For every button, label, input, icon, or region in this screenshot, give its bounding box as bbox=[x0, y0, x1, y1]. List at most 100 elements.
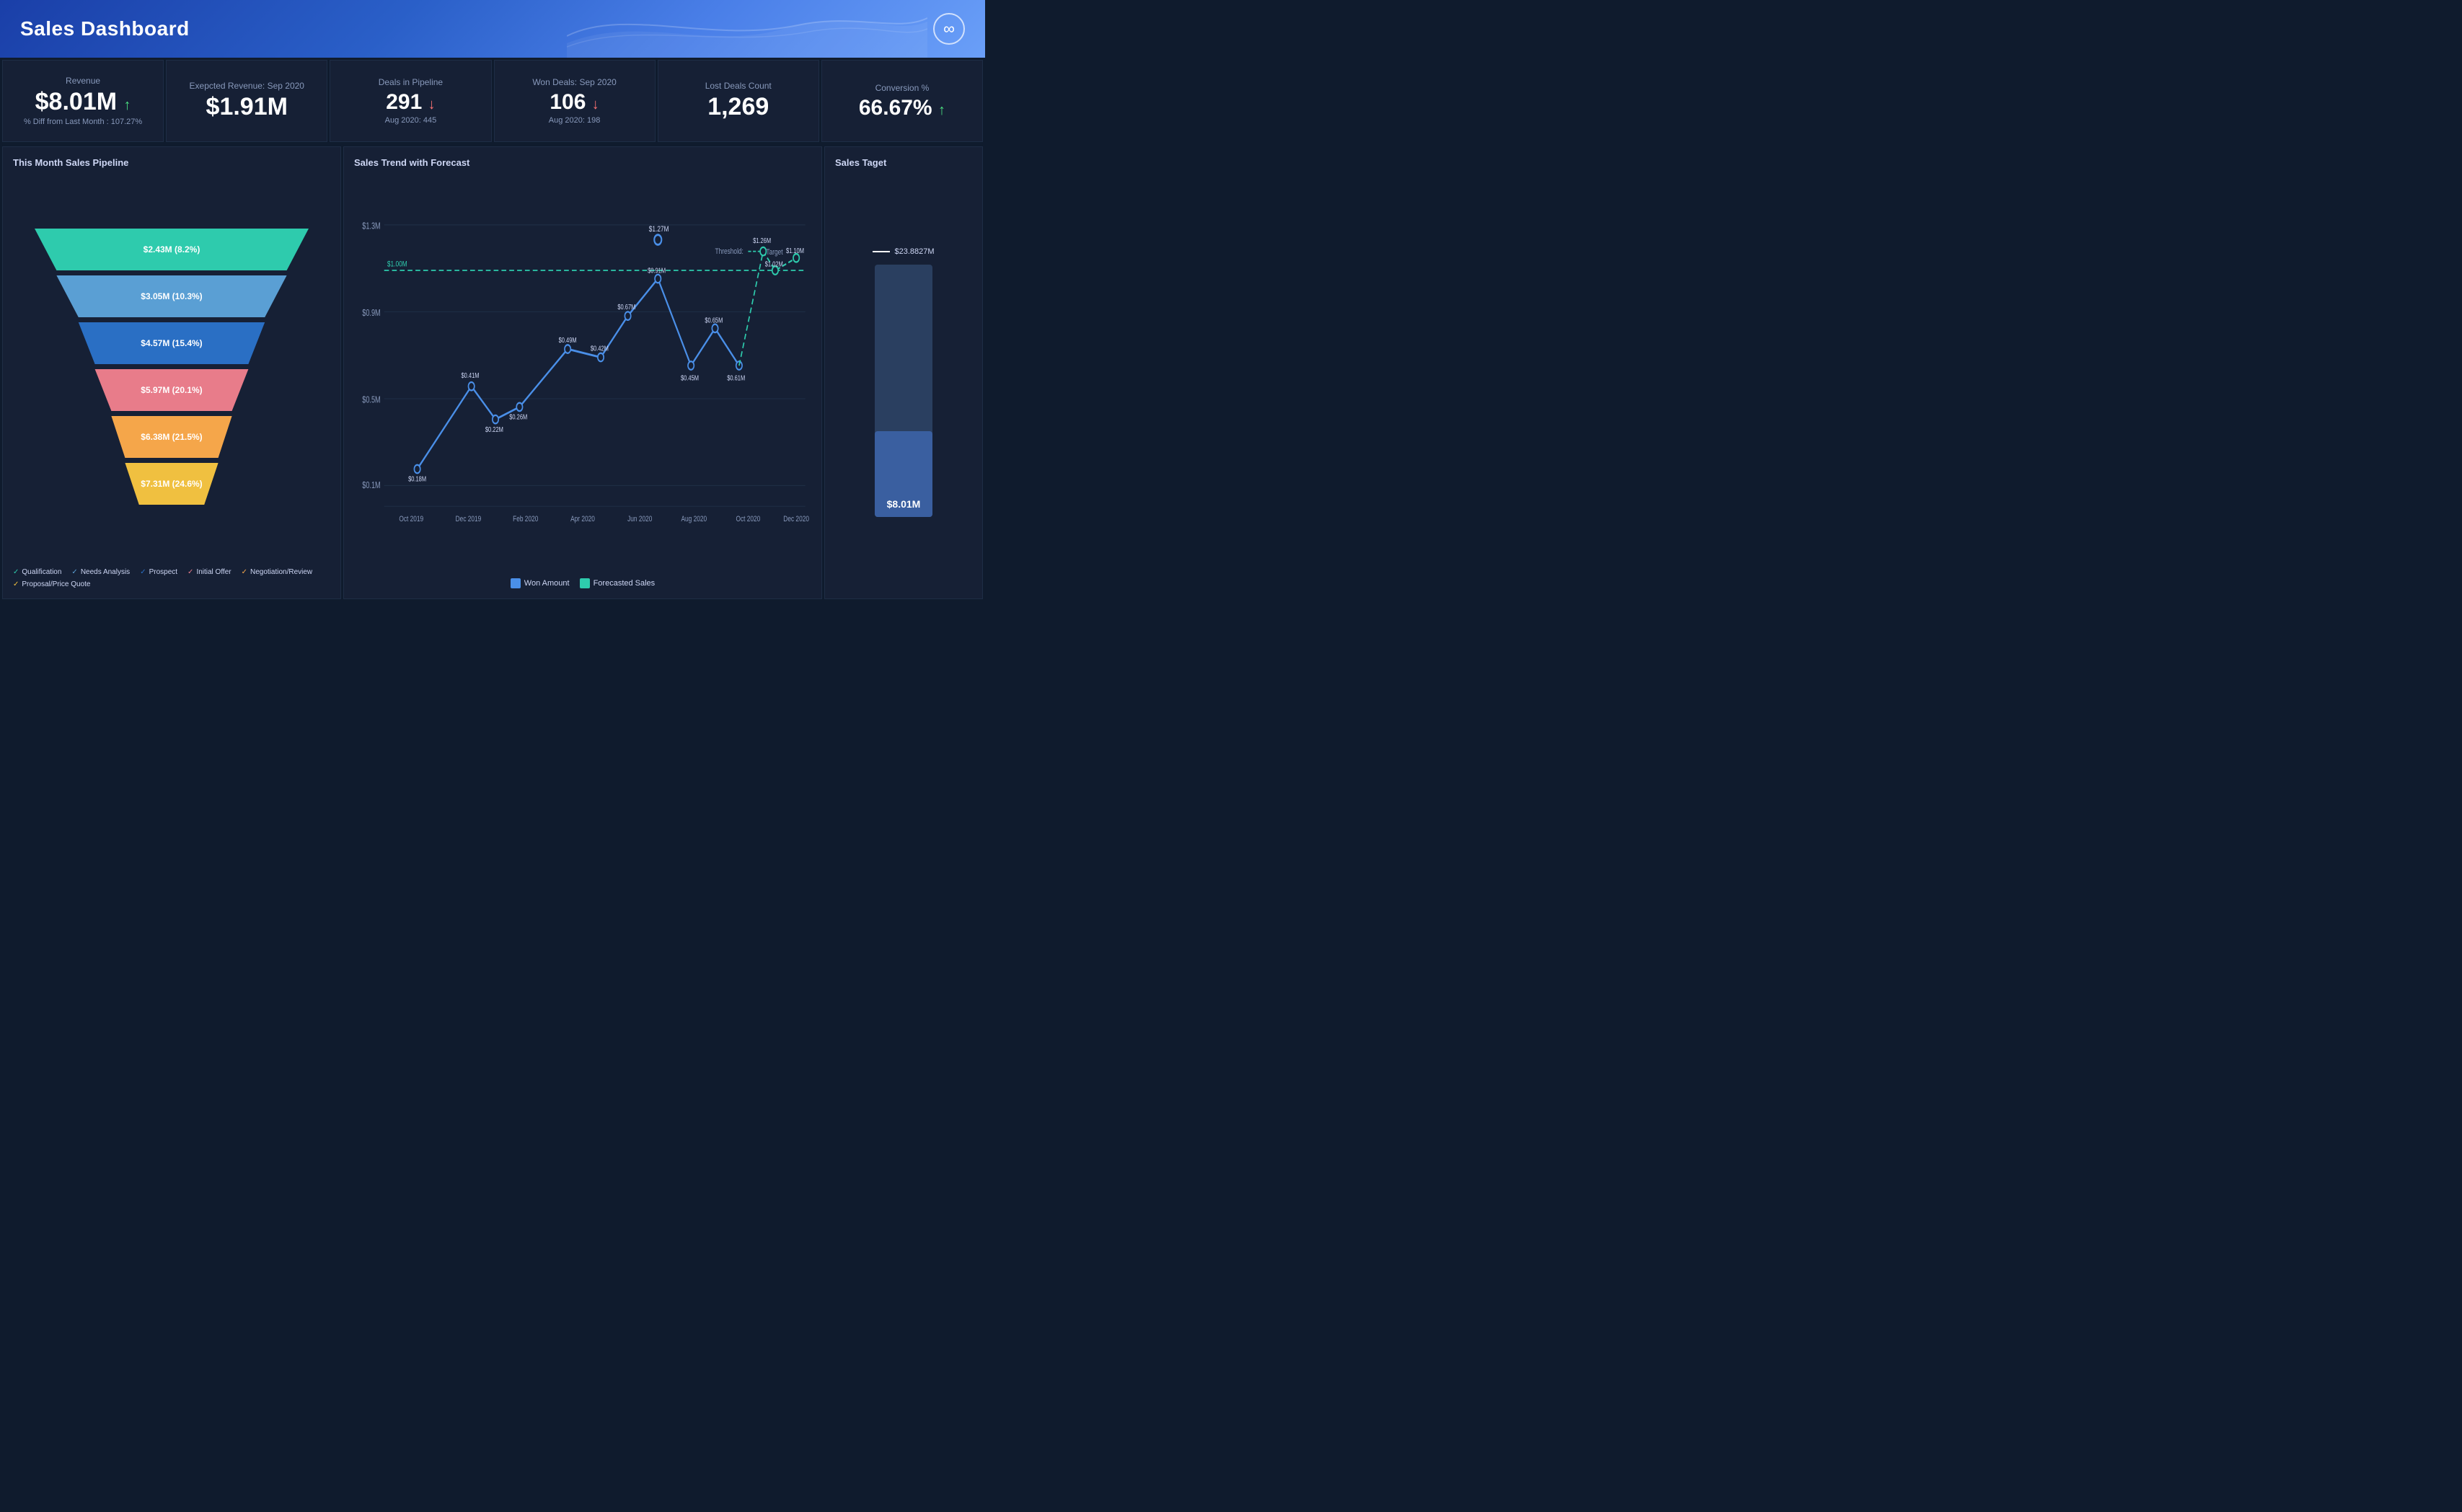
svg-text:Oct 2019: Oct 2019 bbox=[399, 515, 423, 524]
legend-label-2: Prospect bbox=[149, 568, 177, 576]
current-value-label: $8.01M bbox=[875, 498, 932, 510]
svg-text:Dec 2019: Dec 2019 bbox=[456, 515, 482, 524]
kpi-lost-value: 1,269 bbox=[670, 94, 807, 120]
legend-forecast-label: Forecasted Sales bbox=[594, 579, 656, 588]
forecast-legend-color bbox=[580, 578, 590, 588]
svg-text:$4.57M (15.4%): $4.57M (15.4%) bbox=[141, 338, 202, 348]
funnel-layer-svg-1: $3.05M (10.3%) bbox=[35, 275, 309, 317]
header: Sales Dashboard ∞ bbox=[0, 0, 985, 58]
funnel-layer-3: $5.97M (20.1%) bbox=[35, 369, 309, 415]
funnel-legend-item-1: ✓ Needs Analysis bbox=[71, 568, 130, 576]
svg-text:$0.18M: $0.18M bbox=[408, 475, 426, 483]
won-amount-legend-color bbox=[511, 578, 521, 588]
funnel-title: This Month Sales Pipeline bbox=[13, 157, 330, 168]
kpi-conversion-label: Conversion % bbox=[834, 83, 971, 93]
check-icon-4: ✓ bbox=[242, 568, 247, 576]
kpi-lost-label: Lost Deals Count bbox=[670, 81, 807, 91]
target-title: Sales Taget bbox=[835, 157, 972, 168]
kpi-deals-sub: Aug 2020: 445 bbox=[342, 116, 479, 125]
kpi-won-deals: Won Deals: Sep 2020 106 ↓ Aug 2020: 198 bbox=[494, 60, 656, 142]
check-icon-1: ✓ bbox=[71, 568, 77, 576]
check-icon-0: ✓ bbox=[13, 568, 19, 576]
svg-text:Threshold:: Threshold: bbox=[715, 247, 744, 257]
target-value-label: $23.8827M bbox=[894, 247, 934, 256]
svg-text:$1.02M: $1.02M bbox=[765, 260, 783, 268]
svg-text:$0.41M: $0.41M bbox=[461, 371, 479, 379]
kpi-revenue: Revenue $8.01M ↑ % Diff from Last Month … bbox=[2, 60, 164, 142]
kpi-expected-label: Exepcted Revenue: Sep 2020 bbox=[178, 81, 315, 91]
header-wave bbox=[567, 0, 927, 58]
target-info: $23.8827M bbox=[873, 247, 934, 256]
svg-text:$0.67M: $0.67M bbox=[617, 303, 635, 311]
kpi-expected-value: $1.91M bbox=[178, 94, 315, 120]
svg-text:$1.26M: $1.26M bbox=[753, 236, 771, 244]
legend-label-0: Qualification bbox=[22, 568, 61, 576]
svg-text:Jun 2020: Jun 2020 bbox=[627, 515, 653, 524]
arrow-down-icon-2: ↓ bbox=[592, 97, 599, 112]
svg-text:$0.1M: $0.1M bbox=[362, 481, 380, 491]
svg-text:$0.22M: $0.22M bbox=[485, 425, 503, 433]
svg-text:$0.61M: $0.61M bbox=[727, 374, 745, 382]
svg-text:Dec 2020: Dec 2020 bbox=[783, 515, 809, 524]
kpi-revenue-value: $8.01M ↑ bbox=[14, 89, 151, 115]
funnel-legend-item-4: ✓ Negotiation/Review bbox=[242, 568, 313, 576]
legend-label-1: Needs Analysis bbox=[81, 568, 130, 576]
target-panel: Sales Taget $23.8827M $8.01M bbox=[824, 146, 983, 599]
legend-won: Won Amount bbox=[511, 578, 570, 588]
target-bar-wrapper: $8.01M bbox=[875, 265, 932, 517]
legend-label-4: Negotiation/Review bbox=[250, 568, 312, 576]
logo-icon: ∞ bbox=[943, 19, 955, 38]
kpi-deals-value: 291 ↓ bbox=[342, 90, 479, 114]
funnel-legend-item-2: ✓ Prospect bbox=[140, 568, 177, 576]
svg-text:Target: Target bbox=[766, 248, 782, 257]
arrow-down-icon: ↓ bbox=[428, 97, 436, 112]
kpi-deals-label: Deals in Pipeline bbox=[342, 77, 479, 87]
svg-text:$7.31M (24.6%): $7.31M (24.6%) bbox=[141, 479, 202, 489]
svg-text:$0.45M: $0.45M bbox=[681, 374, 699, 382]
check-icon-5: ✓ bbox=[13, 580, 19, 588]
svg-text:$1.00M: $1.00M bbox=[387, 260, 407, 269]
svg-text:$0.49M: $0.49M bbox=[559, 336, 577, 344]
funnel-layer-svg-0: $2.43M (8.2%) bbox=[35, 229, 309, 270]
kpi-won-value: 106 ↓ bbox=[506, 90, 643, 114]
legend-label-3: Initial Offer bbox=[196, 568, 231, 576]
kpi-expected-revenue: Exepcted Revenue: Sep 2020 $1.91M bbox=[166, 60, 327, 142]
funnel-layer-4: $6.38M (21.5%) bbox=[35, 416, 309, 461]
chart-legend: Won Amount Forecasted Sales bbox=[354, 578, 811, 588]
target-line-indicator bbox=[873, 251, 890, 252]
kpi-deals-pipeline: Deals in Pipeline 291 ↓ Aug 2020: 445 bbox=[330, 60, 491, 142]
kpi-won-sub: Aug 2020: 198 bbox=[506, 116, 643, 125]
funnel-layer-svg-2: $4.57M (15.4%) bbox=[35, 322, 309, 364]
funnel-layer-5: $7.31M (24.6%) bbox=[35, 463, 309, 508]
funnel-layer-svg-5: $7.31M (24.6%) bbox=[35, 463, 309, 505]
chart-title: Sales Trend with Forecast bbox=[354, 157, 811, 168]
legend-won-label: Won Amount bbox=[524, 579, 570, 588]
svg-text:$0.91M: $0.91M bbox=[648, 266, 666, 274]
legend-forecast: Forecasted Sales bbox=[580, 578, 656, 588]
funnel-layer-1: $3.05M (10.3%) bbox=[35, 275, 309, 321]
kpi-row: Revenue $8.01M ↑ % Diff from Last Month … bbox=[0, 58, 985, 144]
funnel-container: $2.43M (8.2%) $3.05M (10.3%) $4.57M (15.4%… bbox=[13, 175, 330, 561]
svg-text:Apr 2020: Apr 2020 bbox=[570, 515, 595, 524]
target-bar-fill: $8.01M bbox=[875, 431, 932, 517]
svg-text:$0.42M: $0.42M bbox=[591, 344, 609, 352]
funnel-legend: ✓ Qualification✓ Needs Analysis✓ Prospec… bbox=[13, 568, 330, 588]
funnel-legend-item-0: ✓ Qualification bbox=[13, 568, 61, 576]
kpi-lost-deals: Lost Deals Count 1,269 bbox=[658, 60, 819, 142]
funnel-layer-2: $4.57M (15.4%) bbox=[35, 322, 309, 368]
legend-label-5: Proposal/Price Quote bbox=[22, 580, 90, 588]
svg-text:Oct 2020: Oct 2020 bbox=[736, 515, 761, 524]
svg-text:$1.27M: $1.27M bbox=[649, 225, 669, 234]
svg-text:$0.9M: $0.9M bbox=[362, 309, 380, 319]
target-bar-container: $23.8827M $8.01M bbox=[835, 175, 972, 588]
main-content: This Month Sales Pipeline $2.43M (8.2%)$… bbox=[0, 144, 985, 601]
svg-text:$3.05M (10.3%): $3.05M (10.3%) bbox=[141, 291, 202, 301]
kpi-won-label: Won Deals: Sep 2020 bbox=[506, 77, 643, 87]
funnel-layer-svg-4: $6.38M (21.5%) bbox=[35, 416, 309, 458]
funnel-layer-svg-3: $5.97M (20.1%) bbox=[35, 369, 309, 411]
brand-logo: ∞ bbox=[933, 13, 965, 45]
kpi-conversion-value: 66.67% ↑ bbox=[834, 96, 971, 120]
svg-text:$0.65M: $0.65M bbox=[705, 316, 723, 324]
svg-text:$5.97M (20.1%): $5.97M (20.1%) bbox=[141, 385, 202, 395]
arrow-up-icon: ↑ bbox=[124, 97, 131, 113]
